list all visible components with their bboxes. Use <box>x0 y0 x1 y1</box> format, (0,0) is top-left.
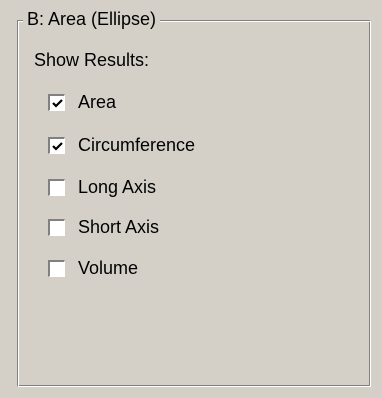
checkbox-box[interactable] <box>48 178 65 196</box>
checkbox-box[interactable] <box>48 136 65 154</box>
checkbox-label: Circumference <box>78 135 196 155</box>
area-ellipse-panel: B: Area (Ellipse) Show Results: Area Cir… <box>0 0 382 398</box>
checkbox-label: Volume <box>78 258 139 278</box>
checkbox-label: Short Axis <box>78 217 160 237</box>
area-ellipse-groupbox <box>17 20 371 387</box>
checkbox-label: Long Axis <box>78 177 157 197</box>
groupbox-title: B: Area (Ellipse) <box>23 7 161 31</box>
checkbox-area[interactable]: Area <box>48 90 116 114</box>
checkbox-label: Area <box>78 92 117 112</box>
checkbox-box[interactable] <box>48 259 65 277</box>
checkbox-short-axis[interactable]: Short Axis <box>48 215 159 239</box>
checkmark-icon <box>52 141 63 151</box>
checkbox-box[interactable] <box>48 218 65 236</box>
checkmark-icon <box>52 98 63 108</box>
checkbox-box[interactable] <box>48 93 65 111</box>
checkbox-volume[interactable]: Volume <box>48 256 138 280</box>
checkbox-circumference[interactable]: Circumference <box>48 133 195 157</box>
show-results-label: Show Results: <box>34 50 150 70</box>
checkbox-long-axis[interactable]: Long Axis <box>48 175 156 199</box>
